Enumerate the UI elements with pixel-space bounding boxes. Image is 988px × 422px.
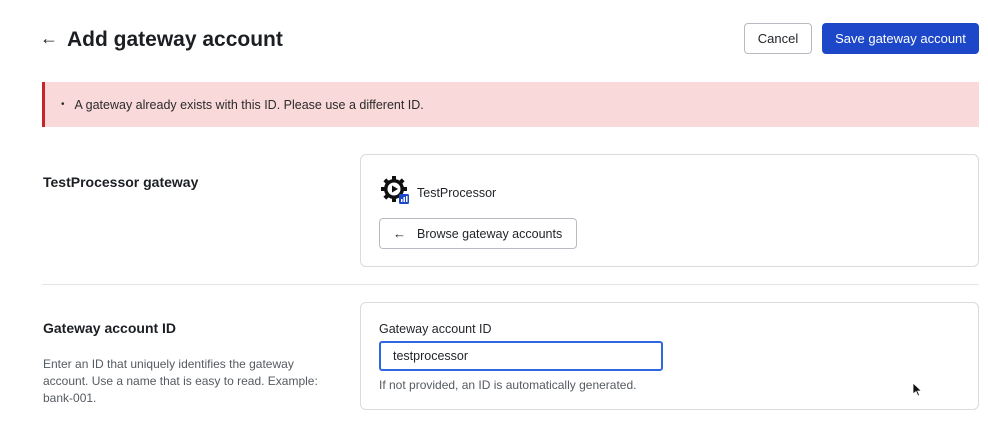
page-header: ← Add gateway account Cancel Save gatewa… — [0, 0, 988, 80]
back-arrow-icon[interactable]: ← — [40, 26, 58, 50]
error-banner: • A gateway already exists with this ID.… — [42, 82, 979, 127]
mouse-cursor-icon — [913, 383, 923, 397]
processor-row: TestProcessor — [380, 175, 496, 210]
error-message: A gateway already exists with this ID. P… — [74, 97, 424, 112]
error-bullet: • — [61, 99, 65, 110]
id-section-description: Enter an ID that uniquely identifies the… — [43, 357, 318, 405]
id-section-label: Gateway account ID — [43, 320, 177, 336]
page-title: Add gateway account — [67, 28, 283, 51]
cancel-button[interactable]: Cancel — [744, 23, 812, 54]
section-divider — [42, 284, 979, 285]
browse-button-label: Browse gateway accounts — [417, 226, 563, 241]
browse-gateway-accounts-button[interactable]: ← Browse gateway accounts — [379, 218, 577, 249]
gateway-card: TestProcessor ← Browse gateway accounts — [360, 154, 979, 267]
gateway-id-input[interactable] — [379, 341, 663, 371]
gateway-id-helper-text: If not provided, an ID is automatically … — [379, 378, 637, 392]
arrow-left-icon: ← — [393, 226, 406, 241]
gateway-id-field-label: Gateway account ID — [379, 322, 492, 336]
save-gateway-account-button[interactable]: Save gateway account — [822, 23, 979, 54]
gateway-section-label: TestProcessor gateway — [43, 174, 199, 190]
processor-name: TestProcessor — [417, 185, 497, 200]
gateway-id-card: Gateway account ID If not provided, an I… — [360, 302, 979, 410]
gear-play-icon — [380, 175, 410, 210]
